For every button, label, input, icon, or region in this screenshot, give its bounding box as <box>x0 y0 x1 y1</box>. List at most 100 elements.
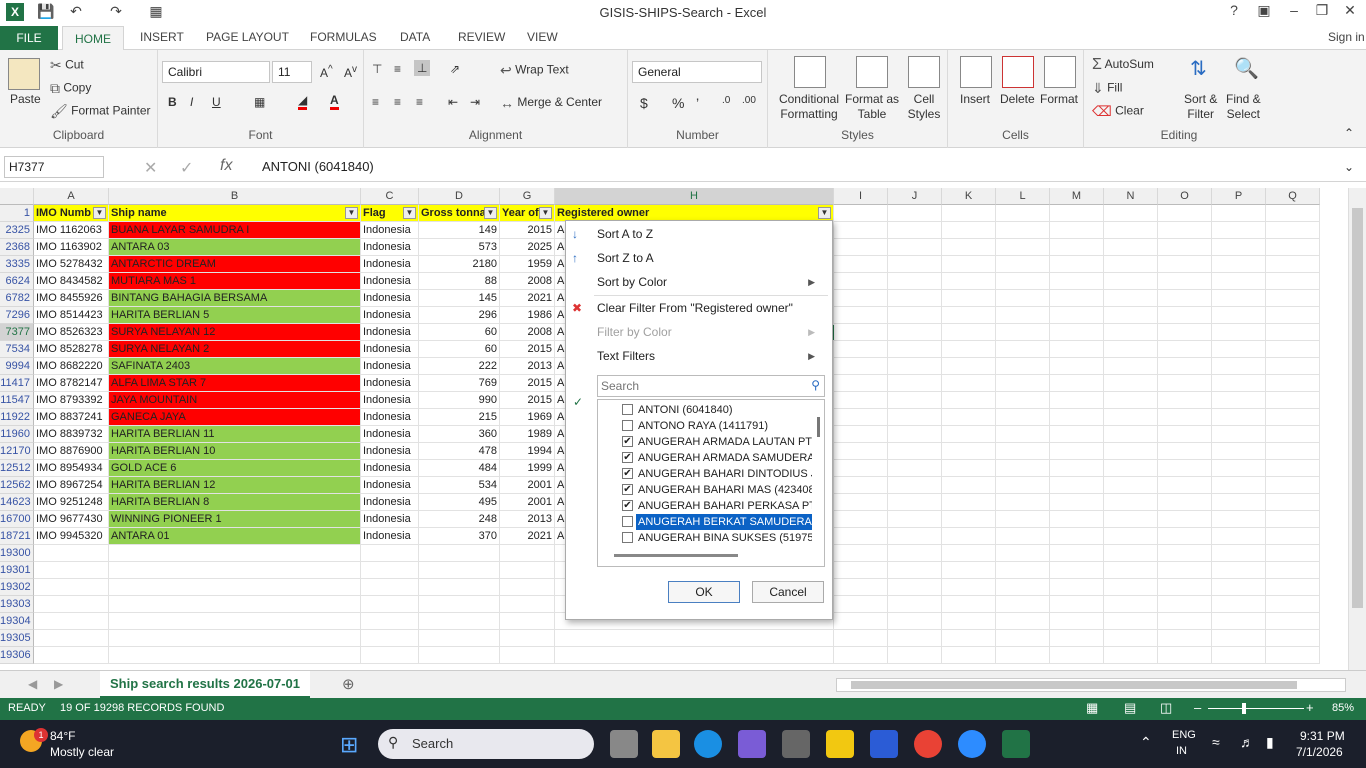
cell[interactable] <box>1266 494 1320 511</box>
table-cell[interactable]: 88 <box>419 273 500 290</box>
row-header[interactable]: 2325 <box>0 222 34 239</box>
table-cell[interactable]: 573 <box>419 239 500 256</box>
cell[interactable] <box>834 341 888 358</box>
tab-data[interactable]: DATA <box>400 30 430 44</box>
cell[interactable] <box>996 273 1050 290</box>
cell[interactable] <box>109 545 361 562</box>
table-cell[interactable]: 2015 <box>500 392 555 409</box>
cell[interactable] <box>888 341 942 358</box>
column-header[interactable]: O <box>1158 188 1212 205</box>
tab-home[interactable]: HOME <box>62 26 124 51</box>
table-cell[interactable]: IMO 5278432 <box>34 256 109 273</box>
cell[interactable] <box>888 324 942 341</box>
wifi-icon[interactable]: ≈ <box>1212 734 1220 750</box>
cell[interactable] <box>996 630 1050 647</box>
table-cell[interactable]: IMO 8876900 <box>34 443 109 460</box>
cell[interactable] <box>1212 647 1266 664</box>
italic-icon[interactable]: I <box>190 95 193 109</box>
increase-indent-icon[interactable]: ⇥ <box>470 95 480 109</box>
column-header[interactable]: J <box>888 188 942 205</box>
cell[interactable] <box>1158 613 1212 630</box>
excel-taskbar-icon[interactable] <box>1002 730 1030 758</box>
cell[interactable] <box>996 579 1050 596</box>
zoom-slider[interactable] <box>1208 708 1304 709</box>
cell[interactable] <box>942 307 996 324</box>
text-filters[interactable]: Text Filters ▶ <box>597 349 825 363</box>
cancel-button[interactable]: Cancel <box>752 581 824 603</box>
insert-function-icon[interactable]: fx <box>220 157 232 175</box>
expand-formula-icon[interactable]: ⌄ <box>1344 160 1354 174</box>
cell[interactable] <box>1104 392 1158 409</box>
tab-insert[interactable]: INSERT <box>140 30 184 44</box>
zoom-in-icon[interactable]: + <box>1306 700 1314 715</box>
clear-filter[interactable]: Clear Filter From "Registered owner" <box>597 301 793 315</box>
cell[interactable] <box>1158 205 1212 222</box>
cell[interactable] <box>996 494 1050 511</box>
cell[interactable] <box>1212 545 1266 562</box>
cell-styles-icon[interactable] <box>908 56 940 88</box>
filter-dropdown-icon[interactable]: ▼ <box>539 207 552 219</box>
cell[interactable] <box>942 596 996 613</box>
cell[interactable] <box>1266 222 1320 239</box>
cell[interactable] <box>996 409 1050 426</box>
checkbox[interactable] <box>622 516 633 527</box>
align-left-icon[interactable]: ≡ <box>372 95 379 109</box>
table-cell[interactable]: 2021 <box>500 290 555 307</box>
cell[interactable] <box>834 392 888 409</box>
table-cell[interactable]: ANTARA 03 <box>109 239 361 256</box>
cell[interactable] <box>942 647 996 664</box>
cell[interactable] <box>996 324 1050 341</box>
cell[interactable] <box>1158 443 1212 460</box>
column-header[interactable]: N <box>1104 188 1158 205</box>
cell[interactable] <box>888 392 942 409</box>
fill-color-icon[interactable]: ◢ <box>298 93 308 110</box>
cell[interactable] <box>1212 375 1266 392</box>
cell[interactable] <box>361 562 419 579</box>
cell[interactable] <box>1050 596 1104 613</box>
table-cell[interactable]: Indonesia <box>361 409 419 426</box>
row-header[interactable]: 14623 <box>0 494 34 511</box>
checkbox[interactable]: ✔ <box>622 468 633 479</box>
table-cell[interactable]: 769 <box>419 375 500 392</box>
cell[interactable] <box>942 443 996 460</box>
cell[interactable] <box>419 613 500 630</box>
row-header[interactable]: 11960 <box>0 426 34 443</box>
table-cell[interactable]: IMO 8839732 <box>34 426 109 443</box>
table-cell[interactable]: 370 <box>419 528 500 545</box>
cell[interactable] <box>834 494 888 511</box>
table-cell[interactable]: 296 <box>419 307 500 324</box>
cell[interactable] <box>834 324 888 341</box>
cell[interactable] <box>996 545 1050 562</box>
row-header[interactable]: 19300 <box>0 545 34 562</box>
table-cell[interactable]: Indonesia <box>361 341 419 358</box>
cell[interactable] <box>942 579 996 596</box>
cell[interactable] <box>942 290 996 307</box>
cell[interactable] <box>1104 460 1158 477</box>
autosum-button[interactable]: Σ AutoSum <box>1092 56 1154 74</box>
orientation-icon[interactable]: ⇗ <box>450 62 460 76</box>
cell[interactable] <box>1104 579 1158 596</box>
checkbox[interactable] <box>622 532 633 543</box>
page-layout-view-icon[interactable]: ▤ <box>1124 700 1136 716</box>
row-header[interactable]: 12170 <box>0 443 34 460</box>
power-bi-icon[interactable] <box>826 730 854 758</box>
cell[interactable] <box>34 579 109 596</box>
cell[interactable] <box>888 375 942 392</box>
cell[interactable] <box>888 613 942 630</box>
cell[interactable] <box>996 528 1050 545</box>
row-header[interactable]: 11547 <box>0 392 34 409</box>
checkbox[interactable]: ✔ <box>622 484 633 495</box>
table-cell[interactable]: Indonesia <box>361 290 419 307</box>
app-icon[interactable] <box>738 730 766 758</box>
table-cell[interactable]: Indonesia <box>361 358 419 375</box>
table-cell[interactable]: HARITA BERLIAN 5 <box>109 307 361 324</box>
cell[interactable] <box>1104 443 1158 460</box>
row-header[interactable]: 11922 <box>0 409 34 426</box>
filter-list-hscroll[interactable] <box>614 554 738 557</box>
cell[interactable] <box>1158 222 1212 239</box>
table-cell[interactable]: 2013 <box>500 511 555 528</box>
table-cell[interactable]: IMO 8455926 <box>34 290 109 307</box>
table-cell[interactable]: IMO 9945320 <box>34 528 109 545</box>
table-cell[interactable]: HARITA BERLIAN 11 <box>109 426 361 443</box>
cell[interactable] <box>555 647 834 664</box>
